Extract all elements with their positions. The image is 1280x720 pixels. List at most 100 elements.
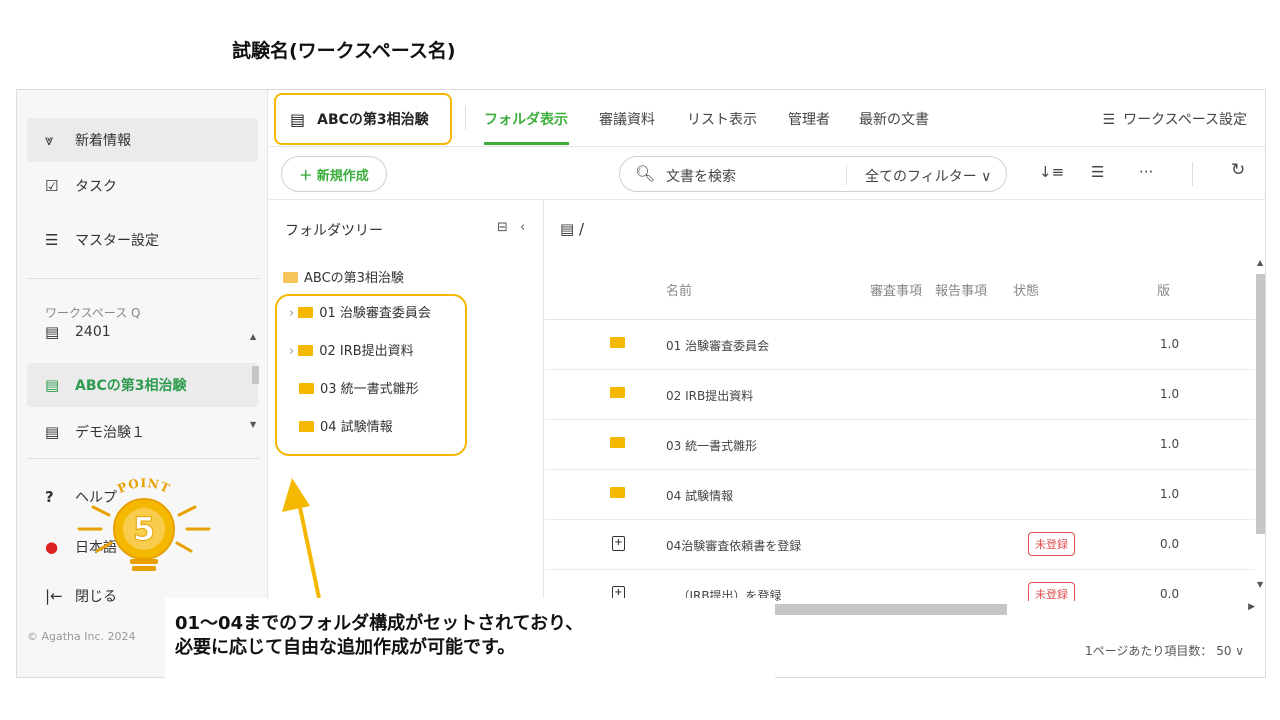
sidebar-item-workspace-active[interactable]: ▤ ABCの第3相治験: [27, 363, 258, 407]
sidebar: ⩔ 新着情報 ☑ タスク ☰ マスター設定 ワークスペース Q ▤ 2401 ▤…: [17, 90, 268, 677]
scrollbar-thumb[interactable]: [252, 366, 259, 384]
sidebar-item-label: 2401: [75, 324, 111, 340]
search-input[interactable]: 文書を検索: [666, 166, 736, 186]
sidebar-item-news[interactable]: ⩔ 新着情報: [27, 118, 258, 162]
column-header-deliberation[interactable]: 審査事項: [870, 280, 922, 299]
status-badge: 未登録: [1028, 532, 1075, 556]
point-label: POINT: [115, 476, 171, 496]
tree-tools: ⊟ ‹: [497, 220, 525, 235]
tab-admin[interactable]: 管理者: [788, 109, 830, 129]
app-window: ⩔ 新着情報 ☑ タスク ☰ マスター設定 ワークスペース Q ▤ 2401 ▤…: [16, 89, 1266, 678]
tree-root-label: ABCの第3相治験: [304, 271, 404, 286]
more-icon[interactable]: ···: [1139, 163, 1153, 181]
divider: [27, 278, 259, 279]
sidebar-scrollbar[interactable]: ▲ ▼: [250, 332, 260, 432]
sidebar-item-workspace[interactable]: ▤ デモ治験１: [27, 410, 258, 454]
copyright: © Agatha Inc. 2024: [27, 630, 136, 643]
sort-icon[interactable]: ↓≡: [1039, 163, 1064, 181]
folder-tree-title: フォルダツリー: [285, 223, 383, 239]
tab-list-view[interactable]: リスト表示: [687, 109, 757, 129]
scroll-down-icon[interactable]: ▼: [250, 420, 256, 429]
table-row[interactable]: 04 試験情報 1.0: [545, 471, 1255, 520]
folder-open-icon: [283, 272, 298, 283]
table-row[interactable]: 02 IRB提出資料 1.0: [545, 371, 1255, 420]
table-row[interactable]: + 04治験審査依頼書を登録 未登録 0.0: [545, 521, 1255, 570]
sidebar-item-master-settings[interactable]: ☰ マスター設定: [27, 218, 258, 262]
scrollbar-thumb[interactable]: [1256, 274, 1265, 534]
collapse-icon: |←: [45, 587, 63, 605]
chevron-left-icon[interactable]: ‹: [520, 220, 525, 235]
workspace-icon: ▤: [45, 423, 60, 441]
sidebar-item-label: 閉じる: [75, 589, 117, 605]
folder-icon: [610, 486, 631, 500]
row-version: 1.0: [1160, 437, 1180, 451]
scroll-down-icon[interactable]: ▼: [1257, 580, 1263, 589]
column-header-name[interactable]: 名前: [666, 280, 692, 299]
add-document-icon: +: [612, 534, 625, 551]
point-number: 5: [133, 510, 155, 548]
news-icon: ⩔: [45, 131, 54, 149]
column-header-status[interactable]: 状態: [1013, 280, 1039, 299]
workspace-settings-button[interactable]: ☰ ワークスペース設定: [1103, 109, 1247, 129]
calendar-check-icon: ☑: [45, 177, 59, 195]
list-header: 名前 審査事項 報告事項 状態 版: [545, 254, 1255, 320]
workspace-icon: ▤: [290, 109, 306, 129]
workspace-title-text: ABCの第3相治験: [317, 112, 429, 128]
folder-icon: [610, 336, 631, 350]
divider: [27, 458, 259, 459]
point-5-bulb-icon: POINT 5: [77, 476, 211, 571]
search-bar[interactable]: 🔍︎ 文書を検索 全てのフィルター ∨: [619, 156, 1007, 192]
arrow-annotation-icon: [282, 478, 321, 599]
sidebar-item-label: マスター設定: [75, 233, 159, 249]
sidebar-item-label: ABCの第3相治験: [75, 378, 187, 394]
tab-folder-view[interactable]: フォルダ表示: [484, 109, 568, 129]
column-header-report[interactable]: 報告事項: [935, 280, 987, 299]
collapse-all-icon[interactable]: ⊟: [497, 220, 508, 235]
workspace-settings-label: ワークスペース設定: [1123, 112, 1247, 128]
sliders-icon: ☰: [1102, 112, 1116, 128]
annotation-note: 01〜04までのフォルダ構成がセットされており、 必要に応じて自由な追加作成が可…: [165, 598, 775, 720]
active-tab-indicator: [484, 142, 569, 145]
scroll-right-icon[interactable]: ▶: [1248, 602, 1255, 612]
sliders-icon: ☰: [45, 231, 59, 249]
workspace-title: ▤ ABCの第3相治験: [274, 93, 452, 145]
divider: [1192, 162, 1193, 186]
refresh-icon[interactable]: ↻: [1231, 160, 1245, 180]
table-row[interactable]: 01 治験審査委員会 1.0: [545, 321, 1255, 370]
row-version: 1.0: [1160, 337, 1180, 351]
table-row[interactable]: 03 統一書式雛形 1.0: [545, 421, 1255, 470]
row-name: 04治験審査依頼書を登録: [666, 539, 802, 553]
row-name: 02 IRB提出資料: [666, 389, 754, 403]
svg-text:POINT: POINT: [115, 476, 172, 496]
tab-latest-docs[interactable]: 最新の文書: [859, 109, 929, 129]
sidebar-item-workspace[interactable]: ▤ 2401: [27, 318, 258, 346]
row-version: 0.0: [1160, 537, 1180, 551]
workspace-icon: ▤: [45, 376, 60, 394]
annotation-line: 必要に応じて自由な追加作成が可能です。: [175, 637, 516, 658]
breadcrumb-path: /: [578, 220, 585, 238]
workspace-icon: ▤: [45, 323, 60, 341]
sidebar-item-label: 新着情報: [75, 133, 131, 149]
divider: [465, 106, 466, 130]
filter-dropdown[interactable]: 全てのフィルター ∨: [865, 166, 991, 186]
list-icon[interactable]: ☰: [1091, 163, 1104, 181]
sidebar-item-task[interactable]: ☑ タスク: [27, 164, 258, 208]
row-name: 01 治験審査委員会: [666, 339, 770, 353]
row-version: 1.0: [1160, 487, 1180, 501]
scroll-up-icon[interactable]: ▲: [250, 332, 256, 341]
row-version: 0.0: [1160, 587, 1180, 601]
list-vertical-scrollbar[interactable]: ▲ ▼: [1255, 258, 1265, 598]
workspace-name-caption: 試験名(ワークスペース名): [232, 40, 456, 62]
scroll-up-icon[interactable]: ▲: [1257, 258, 1263, 267]
new-create-button[interactable]: ＋ 新規作成: [281, 156, 387, 192]
column-header-version[interactable]: 版: [1157, 280, 1170, 299]
folder-icon: [610, 436, 631, 450]
status-badge: 未登録: [1028, 582, 1075, 601]
table-row[interactable]: + ...（IRB提出）を登録 未登録 0.0: [545, 571, 1255, 601]
tree-root-folder[interactable]: ABCの第3相治験: [283, 267, 404, 286]
tab-deliberation[interactable]: 審議資料: [599, 109, 655, 129]
row-version: 1.0: [1160, 387, 1180, 401]
highlight-frame: [275, 294, 467, 456]
folder-icon: [610, 386, 631, 400]
items-per-page-select[interactable]: 1ページあたり項目数： 50 ∨: [1085, 642, 1244, 659]
